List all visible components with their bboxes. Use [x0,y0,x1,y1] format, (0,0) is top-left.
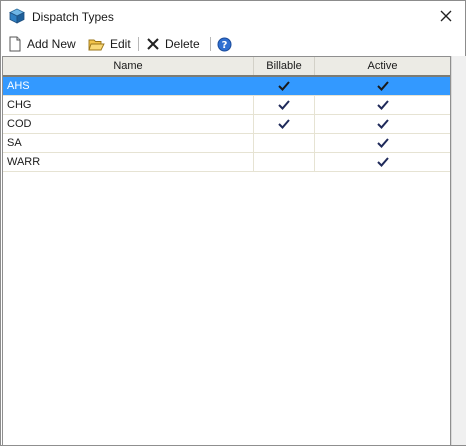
cell-billable[interactable] [254,115,315,133]
table-row[interactable]: COD [3,115,450,134]
cell-name: WARR [3,153,254,171]
dispatch-types-window: Dispatch Types Add New Edit Delete ? Nam… [0,0,466,446]
help-icon: ? [217,37,232,51]
add-new-label: Add New [27,37,76,51]
cell-active[interactable] [315,96,450,114]
column-header-active[interactable]: Active [315,57,450,75]
cell-active[interactable] [315,77,450,95]
new-document-icon [9,36,21,52]
checkmark-icon [376,138,389,148]
table-row[interactable]: SA [3,134,450,153]
checkmark-icon [376,157,389,167]
table-row[interactable]: WARR [3,153,450,172]
cell-active[interactable] [315,153,450,171]
close-icon[interactable] [436,6,456,26]
column-header-name[interactable]: Name [3,57,254,75]
cell-active[interactable] [315,134,450,152]
add-new-button[interactable]: Add New [8,34,76,54]
svg-text:?: ? [222,40,228,51]
open-folder-icon [88,39,105,50]
checkmark-icon [376,81,389,91]
toolbar: Add New Edit Delete ? [1,32,465,56]
edit-label: Edit [110,37,131,51]
delete-button[interactable]: Delete [146,34,200,54]
checkmark-icon [376,100,389,110]
help-button[interactable]: ? [217,34,232,54]
cell-billable[interactable] [254,77,315,95]
delete-label: Delete [165,37,200,51]
dispatch-types-grid[interactable]: Name Billable Active AHS CHG COD SA WARR [2,56,451,446]
delete-icon [147,38,159,50]
checkmark-icon [376,119,389,129]
window-title: Dispatch Types [32,10,114,24]
toolbar-separator [138,37,139,51]
cube-icon [9,8,25,24]
toolbar-separator [210,37,211,51]
cell-name: SA [3,134,254,152]
grid-header: Name Billable Active [3,57,450,77]
cell-active[interactable] [315,115,450,133]
vertical-scrollbar[interactable] [451,56,466,445]
cell-name: COD [3,115,254,133]
cell-billable[interactable] [254,134,315,152]
cell-name: CHG [3,96,254,114]
title-bar[interactable]: Dispatch Types [1,1,465,32]
cell-name: AHS [3,77,254,95]
cell-billable[interactable] [254,153,315,171]
checkmark-icon [278,100,290,110]
table-row[interactable]: CHG [3,96,450,115]
edit-button[interactable]: Edit [88,34,131,54]
column-header-billable[interactable]: Billable [254,57,315,75]
table-row[interactable]: AHS [3,77,450,96]
cell-billable[interactable] [254,96,315,114]
checkmark-icon [278,119,290,129]
checkmark-icon [278,81,290,91]
